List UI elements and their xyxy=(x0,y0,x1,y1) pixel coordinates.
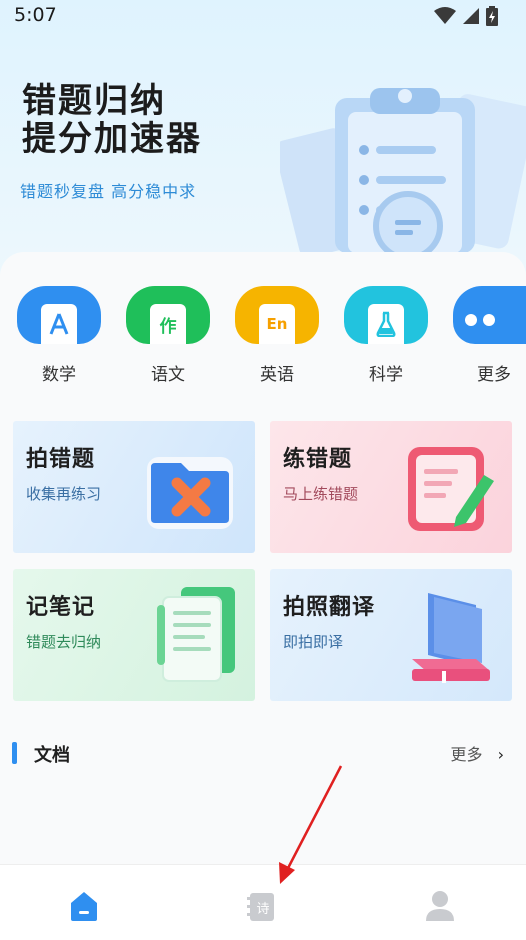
photo-translate-card[interactable]: 拍照翻译 即拍即译 xyxy=(270,569,512,701)
hero-title: 错题归纳 提分加速器 xyxy=(22,82,202,158)
battery-icon xyxy=(486,6,498,26)
dots-icon xyxy=(463,300,499,340)
take-notes-card[interactable]: 记笔记 错题去归纳 xyxy=(13,569,255,701)
flask-icon xyxy=(368,304,404,344)
feature-title: 练错题 xyxy=(283,447,353,472)
bottom-tab-bar: 诗 xyxy=(0,864,526,940)
english-icon: En xyxy=(259,304,295,344)
section-marker xyxy=(12,742,17,764)
home-icon xyxy=(71,892,97,921)
documents-header: 文档 更多 › xyxy=(12,740,512,766)
feature-title: 拍照翻译 xyxy=(283,595,376,620)
subject-label: 英语 xyxy=(260,365,294,385)
subject-science[interactable]: 科学 xyxy=(342,286,430,385)
subject-math[interactable]: 数学 xyxy=(15,286,103,385)
wifi-icon xyxy=(434,7,456,24)
clipboard-illustration xyxy=(280,88,526,253)
feature-subtitle: 马上练错题 xyxy=(283,485,359,503)
subject-label: 科学 xyxy=(369,365,403,385)
subject-label: 更多 xyxy=(477,365,511,385)
tab-profile[interactable] xyxy=(424,889,460,925)
practice-mistakes-card[interactable]: 练错题 马上练错题 xyxy=(270,421,512,553)
hero-title-line2: 提分加速器 xyxy=(22,119,202,159)
capture-mistakes-card[interactable]: 拍错题 收集再练习 xyxy=(13,421,255,553)
chinese-icon: 作 xyxy=(150,304,186,344)
feature-title: 拍错题 xyxy=(26,447,96,472)
subject-row: 数学 作 语文 En 英语 科学 更多 xyxy=(0,286,526,386)
chevron-right-icon: › xyxy=(497,745,504,764)
status-time: 5:07 xyxy=(14,4,57,26)
documents-title: 文档 xyxy=(34,745,70,766)
feature-subtitle: 即拍即译 xyxy=(283,633,344,651)
tab-home[interactable] xyxy=(67,889,103,925)
feature-title: 记笔记 xyxy=(26,595,96,620)
more-label: 更多 xyxy=(450,745,483,764)
subject-chinese[interactable]: 作 语文 xyxy=(124,286,212,385)
notes-icon xyxy=(157,587,235,682)
documents-more-button[interactable]: 更多 › xyxy=(450,741,504,765)
feature-subtitle: 错题去归纳 xyxy=(26,633,102,651)
svg-text:诗: 诗 xyxy=(256,902,269,917)
cell-signal-icon xyxy=(463,8,479,24)
poem-book-icon: 诗 xyxy=(247,893,274,921)
profile-icon xyxy=(426,891,454,921)
feature-subtitle: 收集再练习 xyxy=(26,485,102,503)
notebook-pen-icon xyxy=(408,447,494,531)
math-icon xyxy=(41,304,77,344)
subject-label: 数学 xyxy=(42,365,76,385)
folder-x-icon xyxy=(147,457,233,529)
status-bar: 5:07 xyxy=(0,0,526,30)
subject-more[interactable]: 更多 xyxy=(451,286,526,385)
tab-poems[interactable]: 诗 xyxy=(244,889,280,925)
subject-english[interactable]: En 英语 xyxy=(233,286,321,385)
hero-title-line1: 错题归纳 xyxy=(22,81,166,121)
books-icon xyxy=(412,593,490,683)
hero-subtitle: 错题秒复盘 高分稳中求 xyxy=(20,182,197,201)
subject-label: 语文 xyxy=(151,365,185,385)
